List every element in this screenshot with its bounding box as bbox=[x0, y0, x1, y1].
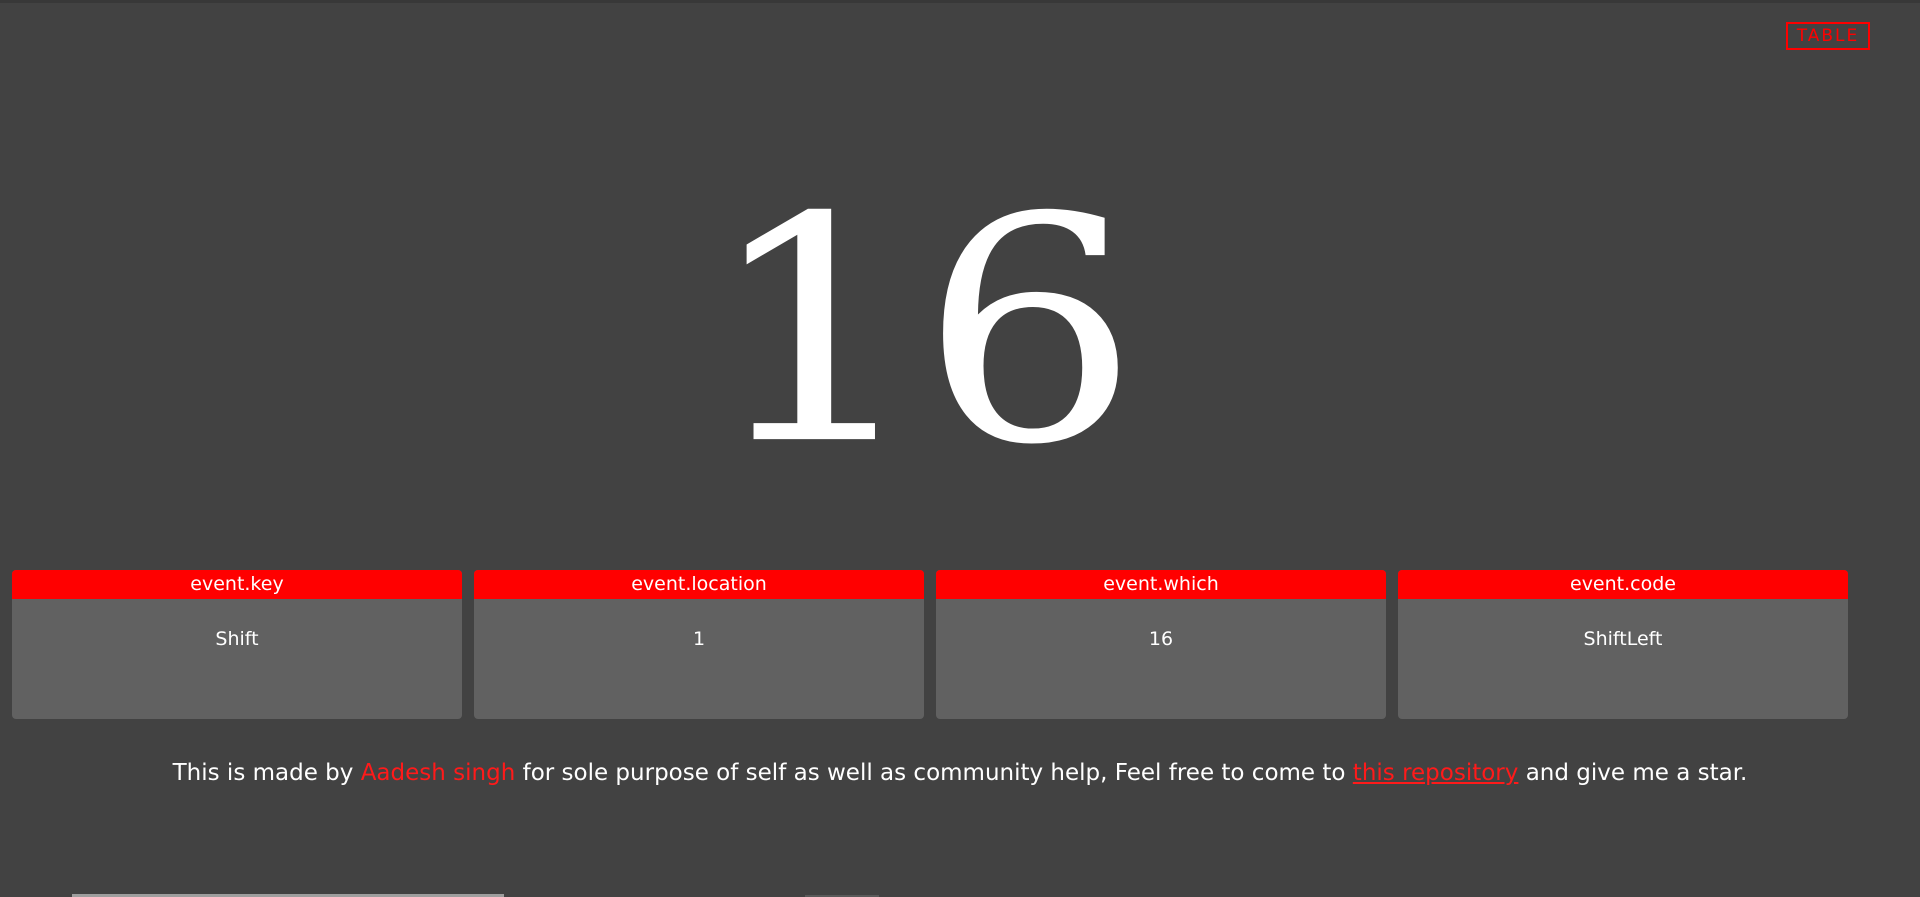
card-event-location: event.location 1 bbox=[474, 570, 924, 719]
footer-prefix: This is made by bbox=[172, 760, 354, 786]
footer-text: This is made by Aadesh singh for sole pu… bbox=[0, 760, 1920, 786]
card-value: Shift bbox=[215, 628, 259, 650]
card-event-which: event.which 16 bbox=[936, 570, 1386, 719]
footer-suffix: and give me a star. bbox=[1525, 760, 1748, 786]
key-code-display: 16 bbox=[704, 152, 1140, 513]
card-header: event.which bbox=[936, 570, 1386, 599]
card-header: event.location bbox=[474, 570, 924, 599]
card-value: 1 bbox=[692, 628, 706, 650]
author-name: Aadesh singh bbox=[360, 760, 516, 786]
card-event-key: event.key Shift bbox=[12, 570, 462, 719]
card-value: 16 bbox=[1148, 628, 1174, 650]
card-event-code: event.code ShiftLeft bbox=[1398, 570, 1848, 719]
event-cards: event.key Shift event.location 1 event.w… bbox=[12, 570, 1848, 719]
footer-middle: for sole purpose of self as well as comm… bbox=[522, 760, 1346, 786]
card-header: event.code bbox=[1398, 570, 1848, 599]
card-header: event.key bbox=[12, 570, 462, 599]
top-border bbox=[0, 0, 1920, 3]
card-value: ShiftLeft bbox=[1583, 628, 1663, 650]
repository-link[interactable]: this repository bbox=[1353, 760, 1519, 786]
table-button[interactable]: TABLE bbox=[1786, 22, 1870, 50]
